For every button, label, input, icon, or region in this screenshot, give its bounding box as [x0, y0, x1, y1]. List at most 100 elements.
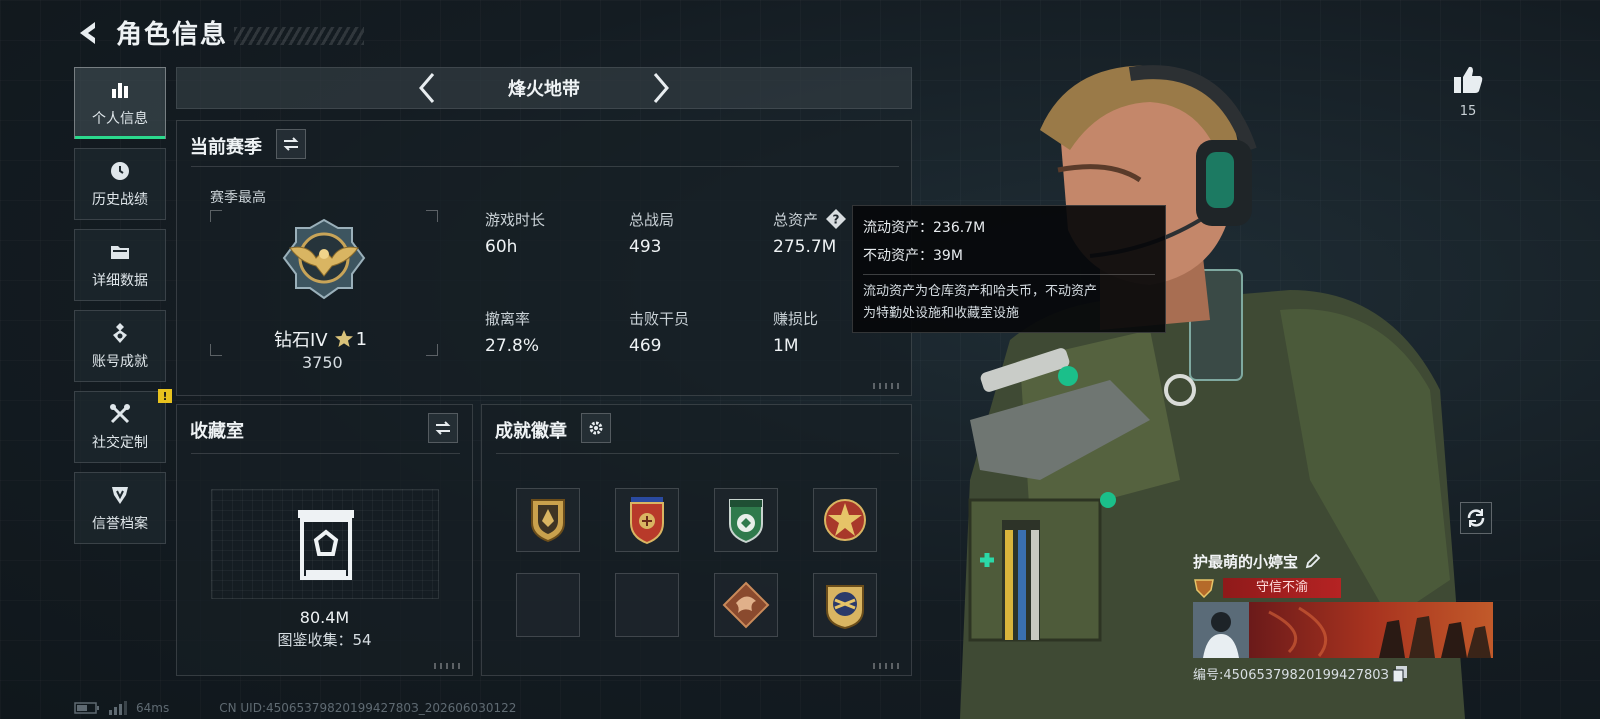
round-gold-badge-icon	[826, 585, 864, 630]
tooltip-fixed-assets: 不动资产：39M	[863, 248, 963, 264]
badge-slot-round-gold[interactable]	[813, 573, 877, 637]
like-area: 15	[1448, 64, 1488, 119]
badge-slot-red-gold[interactable]	[615, 488, 679, 552]
rank-card: 钻石IV 1 3750	[210, 210, 438, 372]
achievements-settings-button[interactable]	[581, 413, 611, 443]
badge-slot-dragon-diamond[interactable]	[714, 573, 778, 637]
copy-icon[interactable]	[1392, 665, 1407, 682]
rotate-view-button[interactable]	[1460, 502, 1492, 534]
sidebar-item-achievements[interactable]: 账号成就	[74, 310, 166, 382]
back-arrow-icon	[80, 21, 95, 44]
swap-icon	[435, 421, 451, 435]
sidebar-item-personal-info[interactable]: 个人信息	[74, 67, 166, 139]
title-bar: 守信不渝	[1193, 578, 1493, 598]
vault-icon	[298, 510, 354, 580]
clock-history-icon	[111, 162, 129, 180]
help-icon[interactable]: ?	[825, 208, 847, 230]
assets-tooltip: 流动资产：236.7M 不动资产：39M 流动资产为仓库资产和哈夫币，不动资产 …	[852, 205, 1166, 333]
player-banner[interactable]	[1193, 602, 1493, 658]
achievements-divider	[496, 453, 899, 454]
stat-label-play-time: 游戏时长	[485, 211, 546, 229]
stat-label-profit-ratio: 赚损比	[773, 310, 819, 328]
stat-label-total-matches: 总战局	[629, 211, 675, 229]
battery-icon	[74, 702, 99, 714]
season-switch-button[interactable]	[276, 129, 306, 159]
sidebar-item-history[interactable]: 历史战绩	[74, 148, 166, 220]
achievements-title: 成就徽章	[495, 421, 567, 442]
rank-name-text: 钻石IV	[274, 330, 328, 351]
banner-avatar-image	[1193, 602, 1249, 658]
ping-value: 64ms	[136, 701, 170, 715]
tooltip-divider	[863, 274, 1155, 275]
player-name: 护最萌的小婷宝	[1193, 552, 1299, 571]
mode-name: 烽火地带	[508, 79, 580, 100]
sidebar-item-label: 社交定制	[92, 435, 148, 451]
stat-value-total-matches: 493	[629, 237, 662, 257]
star-badge-icon	[824, 499, 866, 541]
swap-icon	[283, 137, 299, 151]
title-decoration	[234, 26, 365, 45]
stat-label-extract-rate: 撤离率	[485, 310, 531, 328]
badge-slot-empty[interactable]	[615, 573, 679, 637]
collection-title: 收藏室	[190, 421, 244, 442]
svg-text:?: ?	[833, 213, 840, 227]
edit-icon[interactable]	[1304, 552, 1322, 570]
tooltip-desc-line1: 流动资产为仓库资产和哈夫币，不动资产	[863, 284, 1098, 299]
panel-corner-decoration	[873, 663, 903, 669]
collection-divider	[191, 453, 460, 454]
collection-value: 80.4M	[299, 608, 350, 627]
season-divider	[191, 166, 899, 167]
sidebar-item-label: 详细数据	[92, 273, 148, 289]
stat-value-extract-rate: 27.8%	[485, 336, 540, 356]
gear-icon	[589, 421, 603, 435]
green-shield-badge-icon	[729, 499, 763, 544]
page-header: 角色信息	[72, 14, 365, 51]
season-title: 当前赛季	[190, 137, 262, 158]
footer-uid: CN UID:4506537982019942780З_202606030122	[219, 701, 517, 715]
rank-name: 钻石IV 1	[274, 326, 367, 352]
player-name-row: 护最萌的小婷宝	[1193, 548, 1493, 574]
gold-shield-badge-icon	[531, 499, 565, 543]
collection-switch-button[interactable]	[428, 413, 458, 443]
chevron-right-icon	[653, 73, 669, 103]
like-count: 15	[1459, 104, 1477, 119]
sidebar-item-label: 历史战绩	[92, 192, 148, 208]
folder-icon	[111, 246, 129, 259]
sidebar-item-reputation[interactable]: 信誉档案	[74, 472, 166, 544]
panel-corner-decoration	[873, 383, 903, 389]
mode-selector: 烽火地带	[176, 67, 912, 109]
player-uid: 编号:4506537982019942780З	[1193, 668, 1389, 683]
rank-stars: 1	[355, 328, 368, 350]
badge-slot-star[interactable]	[813, 488, 877, 552]
status-footer: 64ms CN UID:4506537982019942780З_2026060…	[74, 699, 516, 717]
medal-icon	[113, 323, 127, 343]
stat-label-kills: 击败干员	[629, 310, 690, 328]
sidebar-item-social-custom[interactable]: 社交定制 !	[74, 389, 172, 463]
tooltip-liquid-assets: 流动资产：236.7M	[863, 220, 986, 236]
chevron-left-icon	[419, 73, 435, 103]
badge-slot-green-shield[interactable]	[714, 488, 778, 552]
notification-badge: !	[158, 389, 172, 403]
thumbs-up-icon[interactable]	[1452, 64, 1484, 96]
tools-icon	[110, 404, 130, 424]
bar-chart-icon	[112, 83, 128, 98]
stat-label-total-assets: 总资产	[773, 211, 819, 229]
sidebar-item-label: 信誉档案	[92, 516, 148, 532]
rank-score: 3750	[302, 353, 343, 372]
sidebar-item-label: 个人信息	[92, 111, 148, 127]
player-card: 护最萌的小婷宝 守信不渝 编号:4506537982019942780З	[1193, 548, 1493, 683]
collection-catalog: 图鉴收集：54	[277, 631, 372, 649]
player-uid-row: 编号:4506537982019942780З	[1193, 664, 1493, 683]
sidebar-item-detailed-data[interactable]: 详细数据	[74, 229, 166, 301]
badge-slot-gold-shield[interactable]	[516, 488, 580, 552]
reputation-emblem-icon	[1194, 579, 1214, 598]
mode-next-button[interactable]	[644, 68, 678, 108]
mode-prev-button[interactable]	[410, 68, 444, 108]
rank-emblem-icon	[282, 218, 366, 300]
badge-slot-empty[interactable]	[516, 573, 580, 637]
collection-panel: 收藏室 80.4M 图鉴收集：54	[176, 404, 473, 676]
back-button[interactable]	[72, 16, 106, 50]
player-title-tag: 守信不渝	[1223, 578, 1341, 598]
red-gold-badge-icon	[630, 497, 664, 545]
rotate-icon	[1467, 509, 1485, 527]
